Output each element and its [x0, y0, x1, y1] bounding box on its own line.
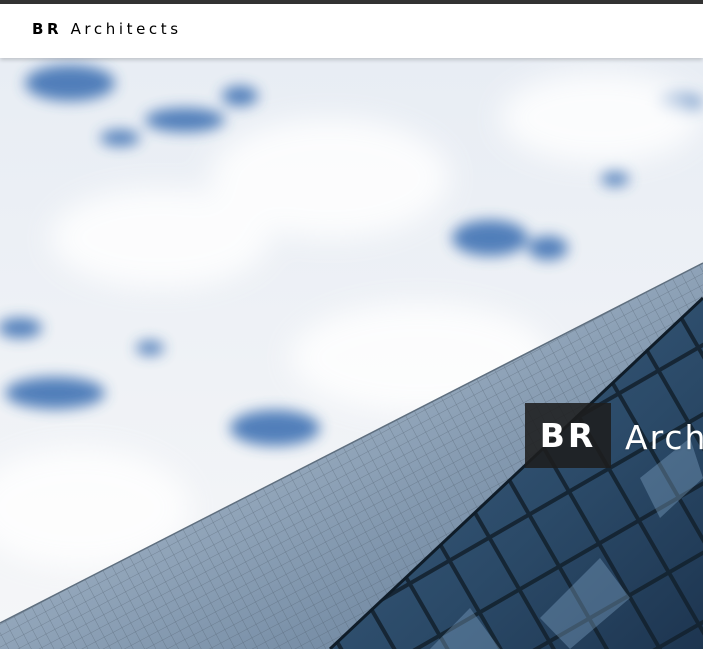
hero-logo-initials: BR — [525, 403, 611, 468]
hero-section: BR Architects — [0, 58, 703, 649]
hero-background-image — [0, 58, 703, 649]
hero-logo-name: Architects — [625, 418, 703, 457]
navbar: BR Architects — [0, 4, 703, 58]
brand-link[interactable]: BR Architects — [32, 20, 182, 38]
brand-initials: BR — [32, 20, 63, 38]
brand-name: Architects — [70, 20, 182, 38]
hero-logo: BR Architects — [525, 403, 703, 468]
